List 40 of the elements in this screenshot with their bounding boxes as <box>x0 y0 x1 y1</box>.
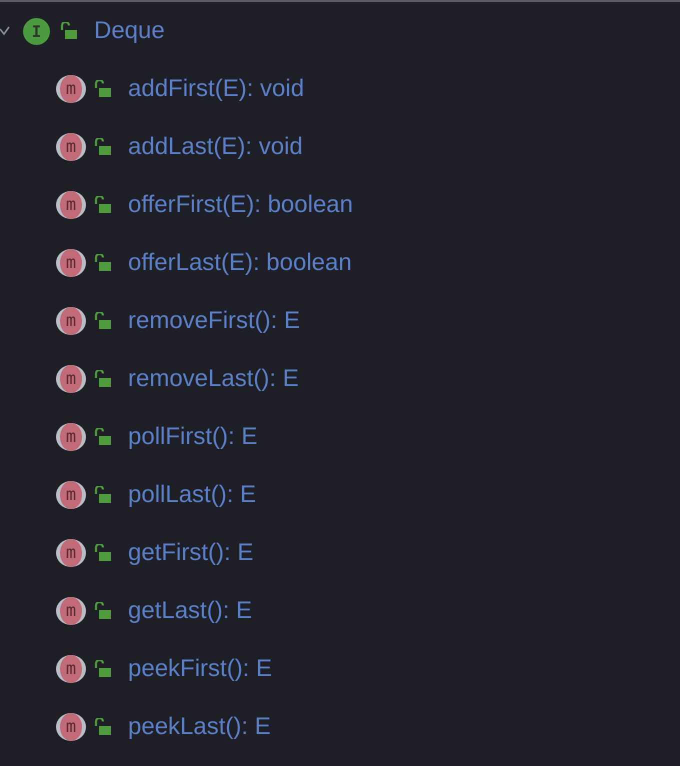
method-icon: m <box>56 249 86 277</box>
tree-item[interactable]: offerLast(E): boolean <box>128 249 352 277</box>
chevron-icon[interactable] <box>0 26 10 36</box>
lock-icon <box>94 80 112 98</box>
lock-icon <box>60 22 78 40</box>
tree-item[interactable]: peekFirst(): E <box>128 655 272 683</box>
lock-icon <box>94 312 112 330</box>
lock-icon <box>94 138 112 156</box>
tree-item[interactable]: removeLast(): E <box>128 365 299 393</box>
tree-item[interactable]: getLast(): E <box>128 597 252 625</box>
lock-icon <box>94 544 112 562</box>
tree-item[interactable]: removeFirst(): E <box>128 307 300 335</box>
lock-icon <box>94 486 112 504</box>
method-icon: m <box>56 75 86 103</box>
interface-icon: I <box>23 18 50 44</box>
tree-item[interactable]: offerFirst(E): boolean <box>128 191 353 219</box>
method-icon: m <box>56 133 86 161</box>
lock-icon <box>94 370 112 388</box>
method-icon: m <box>56 597 86 625</box>
tree-item[interactable]: pollLast(): E <box>128 481 256 509</box>
method-icon: m <box>56 423 86 451</box>
method-icon: m <box>56 191 86 219</box>
lock-icon <box>94 254 112 272</box>
tree-item[interactable]: Deque <box>94 17 165 45</box>
tree-item[interactable]: peekLast(): E <box>128 713 271 741</box>
lock-icon <box>94 660 112 678</box>
tree-item[interactable]: getFirst(): E <box>128 539 254 567</box>
tree-item[interactable]: addFirst(E): void <box>128 75 304 103</box>
lock-icon <box>94 602 112 620</box>
method-icon: m <box>56 481 86 509</box>
tree-item[interactable]: pollFirst(): E <box>128 423 258 451</box>
method-icon: m <box>56 307 86 335</box>
method-icon: m <box>56 713 86 741</box>
method-icon: m <box>56 365 86 393</box>
lock-icon <box>94 718 112 736</box>
method-icon: m <box>56 539 86 567</box>
tree-item[interactable]: addLast(E): void <box>128 133 303 161</box>
lock-icon <box>94 428 112 446</box>
lock-icon <box>94 196 112 214</box>
method-icon: m <box>56 655 86 683</box>
